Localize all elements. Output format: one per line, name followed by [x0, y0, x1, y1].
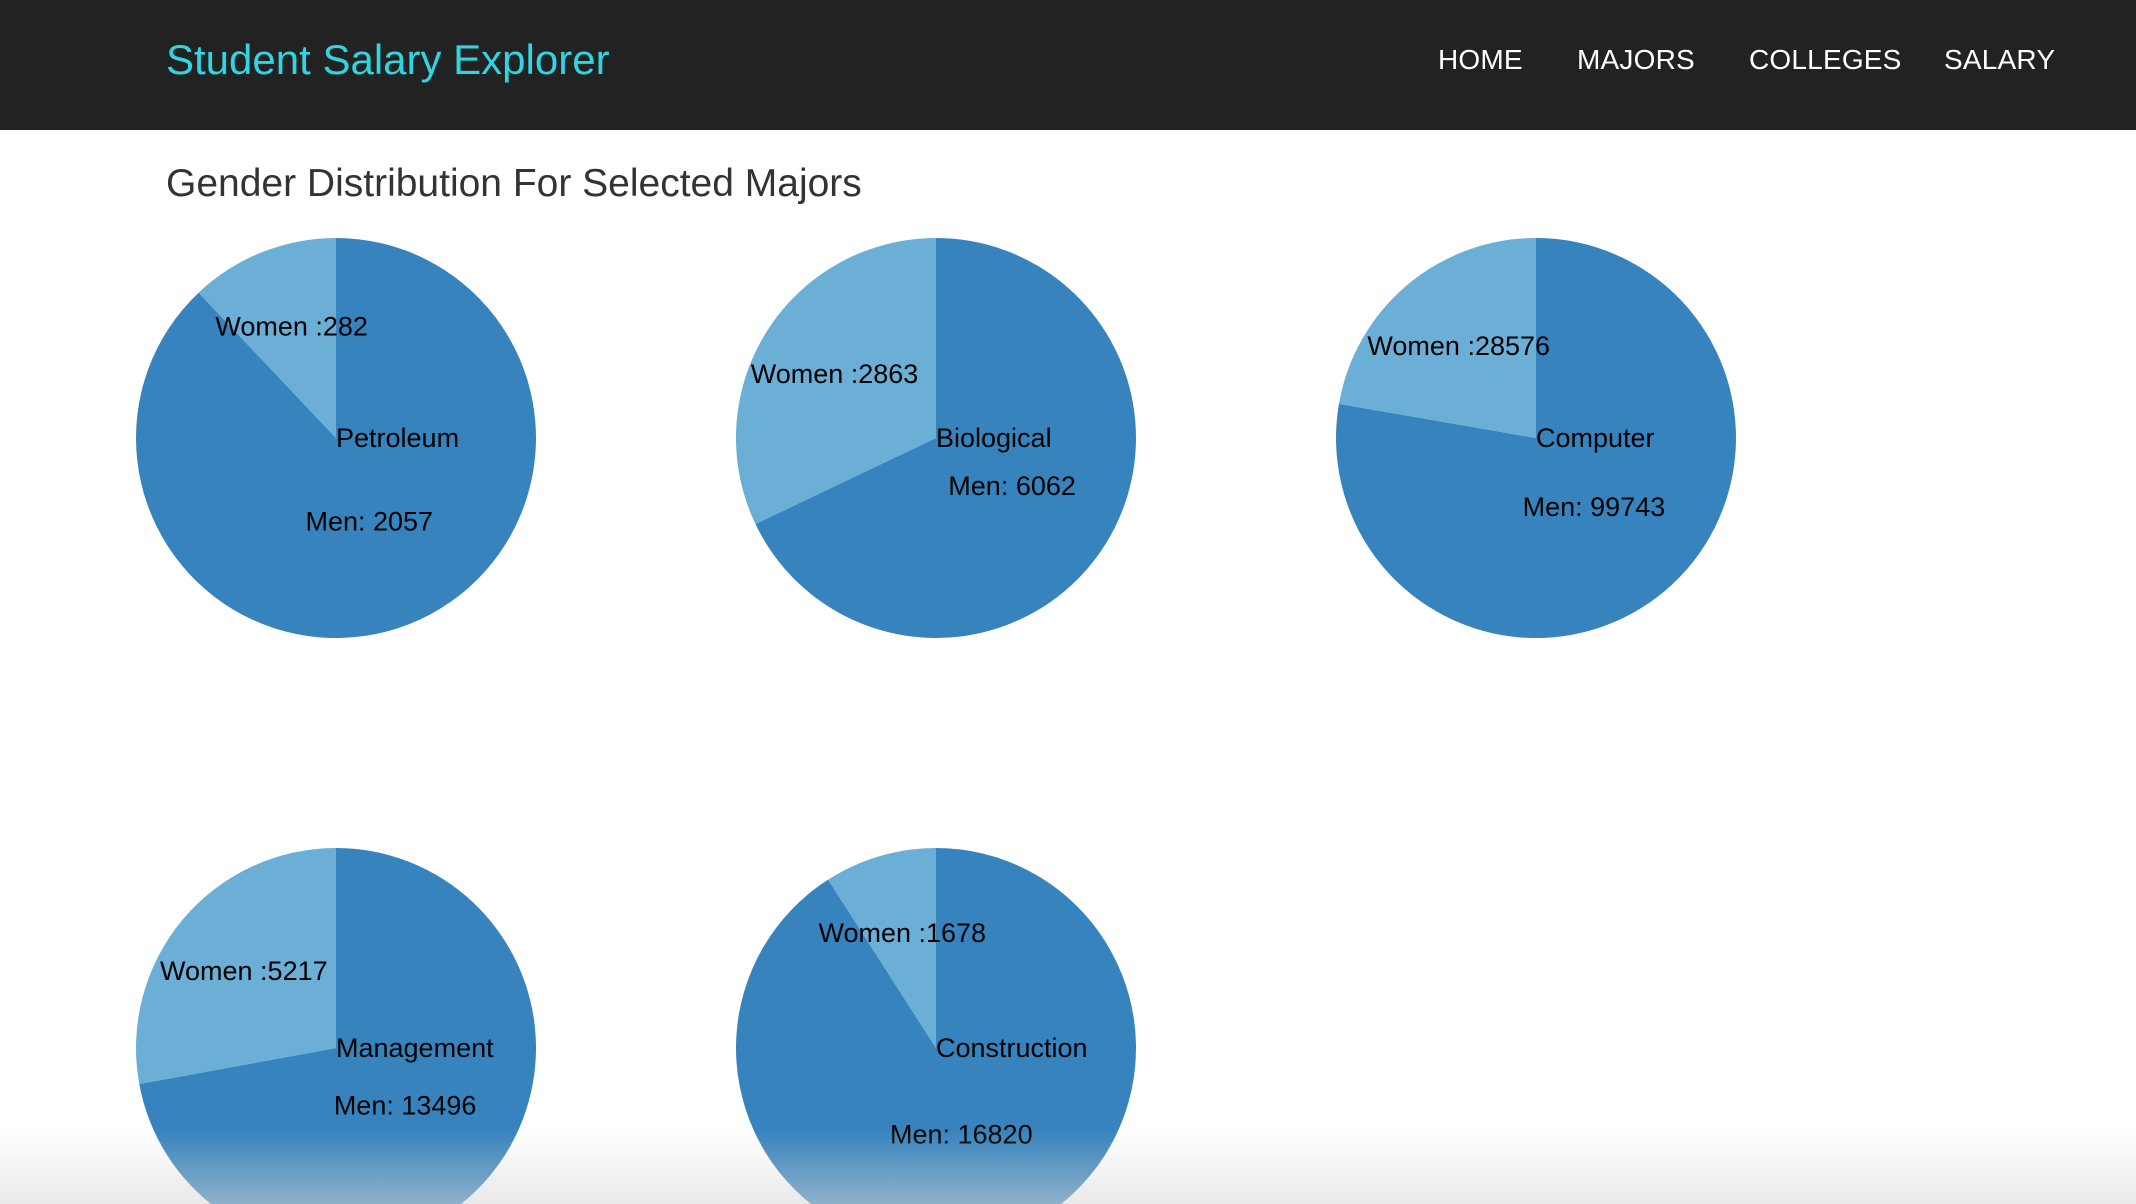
pie-label-men: Men: 2057 — [305, 507, 433, 537]
pie-charts-area: Women :282 Men: 2057 Petroleum Women :2863 M… — [135, 238, 1736, 1204]
pie-label-men: Men: 99743 — [1523, 492, 1666, 522]
pie-chart-management: Women :5217 Men: 13496 Management — [135, 848, 536, 1204]
pie-label-men: Men: 13496 — [334, 1091, 477, 1121]
pie-title: Computer — [1536, 423, 1655, 453]
pie-title: Biological — [936, 423, 1052, 453]
pie-label-men: Men: 16820 — [890, 1119, 1033, 1149]
pie-label-women: Women :1678 — [818, 918, 986, 948]
pie-chart-biological: Women :2863 Men: 6062 Biological — [735, 238, 1136, 638]
pie-chart-petroleum: Women :282 Men: 2057 Petroleum — [136, 238, 537, 638]
pie-label-men: Men: 6062 — [948, 471, 1076, 501]
pie-title: Management — [336, 1033, 494, 1063]
pie-chart-computer: Women :28576 Men: 99743 Computer — [1336, 238, 1736, 638]
pie-label-women: Women :5217 — [160, 956, 328, 986]
pie-label-women: Women :282 — [215, 312, 368, 342]
pie-title: Construction — [936, 1033, 1088, 1063]
pie-label-women: Women :2863 — [751, 359, 919, 389]
pie-label-women: Women :28576 — [1367, 331, 1550, 361]
pie-title: Petroleum — [336, 423, 459, 453]
pie-chart-construction: Women :1678 Men: 16820 Construction — [736, 848, 1136, 1204]
